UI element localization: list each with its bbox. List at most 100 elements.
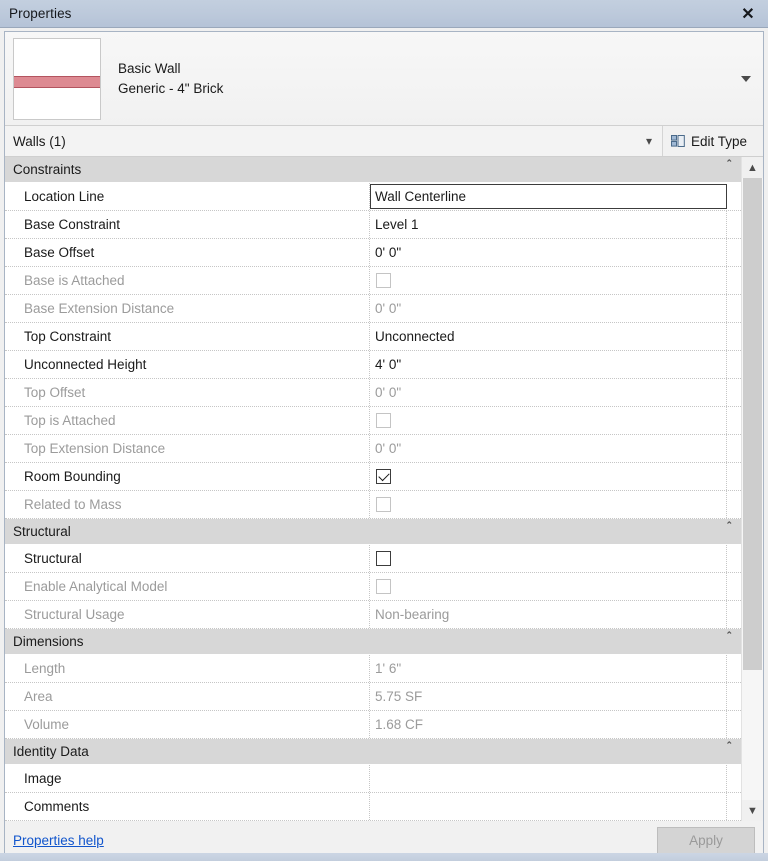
property-value bbox=[370, 573, 727, 600]
close-icon[interactable]: ✕ bbox=[728, 0, 768, 27]
property-row: Top Constraint Unconnected bbox=[5, 323, 741, 351]
property-row: Unconnected Height 4' 0" bbox=[5, 351, 741, 379]
property-row-pad bbox=[727, 601, 741, 628]
property-row: Area 5.75 SF bbox=[5, 683, 741, 711]
type-labels: Basic Wall Generic - 4" Brick bbox=[118, 61, 735, 96]
scroll-down-button[interactable]: ▼ bbox=[742, 800, 763, 821]
property-label: Top Offset bbox=[5, 379, 370, 406]
property-checkbox bbox=[376, 579, 391, 594]
property-label: Volume bbox=[5, 711, 370, 738]
family-name: Basic Wall bbox=[118, 61, 181, 76]
property-value: 0' 0" bbox=[370, 435, 727, 462]
property-row: Top Extension Distance 0' 0" bbox=[5, 435, 741, 463]
property-label: Top Extension Distance bbox=[5, 435, 370, 462]
property-row: Base Offset 0' 0" bbox=[5, 239, 741, 267]
property-row-pad bbox=[727, 463, 741, 490]
section-collapse-icon[interactable]: ⌃ bbox=[725, 741, 733, 750]
property-label: Related to Mass bbox=[5, 491, 370, 518]
property-label: Base Constraint bbox=[5, 211, 370, 238]
wall-section-band bbox=[14, 75, 100, 88]
property-row: Base Extension Distance 0' 0" bbox=[5, 295, 741, 323]
property-row: Structural bbox=[5, 545, 741, 573]
property-value: 0' 0" bbox=[370, 379, 727, 406]
property-label: Structural bbox=[5, 545, 370, 572]
property-value[interactable]: Unconnected bbox=[370, 323, 727, 350]
property-label: Enable Analytical Model bbox=[5, 573, 370, 600]
type-preview-pane: Basic Wall Generic - 4" Brick bbox=[5, 32, 763, 126]
property-checkbox bbox=[376, 273, 391, 288]
property-row: Volume 1.68 CF bbox=[5, 711, 741, 739]
scrollbar-track[interactable] bbox=[742, 178, 763, 800]
property-label: Image bbox=[5, 765, 370, 792]
property-row: Location Line Wall Centerline bbox=[5, 183, 741, 211]
triangle-down-icon bbox=[741, 75, 751, 82]
property-row-pad bbox=[727, 183, 741, 210]
property-checkbox[interactable] bbox=[376, 551, 391, 566]
chevron-down-icon: ▾ bbox=[645, 134, 653, 148]
property-row-pad bbox=[727, 267, 741, 294]
type-selector-dropdown-button[interactable] bbox=[735, 75, 757, 82]
property-row-pad bbox=[727, 573, 741, 600]
property-value[interactable]: Level 1 bbox=[370, 211, 727, 238]
property-row-pad bbox=[727, 239, 741, 266]
property-row-pad bbox=[727, 407, 741, 434]
section-collapse-icon[interactable]: ⌃ bbox=[725, 159, 733, 168]
properties-help-link[interactable]: Properties help bbox=[13, 833, 657, 848]
property-row: Comments bbox=[5, 793, 741, 821]
edit-type-label: Edit Type bbox=[691, 133, 748, 149]
property-row: Related to Mass bbox=[5, 491, 741, 519]
property-label: Base is Attached bbox=[5, 267, 370, 294]
property-value[interactable]: 4' 0" bbox=[370, 351, 727, 378]
property-value[interactable] bbox=[370, 793, 727, 820]
edit-type-button[interactable]: Edit Type bbox=[663, 126, 763, 156]
scrollbar-thumb[interactable] bbox=[743, 178, 762, 670]
property-row: Room Bounding bbox=[5, 463, 741, 491]
page-title: Properties bbox=[9, 6, 72, 21]
category-selector-row: Walls (1) ▾ Edit Type bbox=[5, 126, 763, 157]
property-label: Structural Usage bbox=[5, 601, 370, 628]
section-title: Dimensions bbox=[13, 634, 84, 649]
property-checkbox[interactable] bbox=[376, 469, 391, 484]
property-value[interactable]: 0' 0" bbox=[370, 239, 727, 266]
property-value bbox=[370, 407, 727, 434]
property-row: Base is Attached bbox=[5, 267, 741, 295]
section-header[interactable]: Dimensions ⌃ bbox=[5, 629, 741, 655]
property-value: Non-bearing bbox=[370, 601, 727, 628]
property-row: Top is Attached bbox=[5, 407, 741, 435]
section-title: Constraints bbox=[13, 162, 82, 177]
vertical-scrollbar[interactable]: ▲ ▼ bbox=[741, 157, 763, 821]
title-bar: Properties ✕ bbox=[0, 0, 768, 28]
property-row-pad bbox=[727, 655, 741, 682]
property-value: 1.68 CF bbox=[370, 711, 727, 738]
property-value[interactable] bbox=[370, 463, 727, 490]
section-header[interactable]: Identity Data ⌃ bbox=[5, 739, 741, 765]
property-row-pad bbox=[727, 765, 741, 792]
property-value: 5.75 SF bbox=[370, 683, 727, 710]
property-value[interactable] bbox=[370, 765, 727, 792]
properties-palette: Properties ✕ Basic Wall Generic - 4" Bri… bbox=[0, 0, 768, 861]
property-value: 1' 6" bbox=[370, 655, 727, 682]
property-label: Comments bbox=[5, 793, 370, 820]
property-value[interactable] bbox=[370, 545, 727, 572]
window-bottom-strip bbox=[0, 853, 768, 861]
apply-button[interactable]: Apply bbox=[657, 827, 755, 854]
property-checkbox bbox=[376, 497, 391, 512]
property-label: Base Offset bbox=[5, 239, 370, 266]
section-header[interactable]: Constraints ⌃ bbox=[5, 157, 741, 183]
property-row: Structural Usage Non-bearing bbox=[5, 601, 741, 629]
section-collapse-icon[interactable]: ⌃ bbox=[725, 521, 733, 530]
property-value[interactable]: Wall Centerline bbox=[370, 184, 727, 209]
scroll-up-button[interactable]: ▲ bbox=[742, 157, 763, 178]
category-select[interactable]: Walls (1) ▾ bbox=[5, 126, 663, 156]
section-collapse-icon[interactable]: ⌃ bbox=[725, 631, 733, 640]
property-label: Length bbox=[5, 655, 370, 682]
property-row-pad bbox=[727, 793, 741, 820]
section-title: Identity Data bbox=[13, 744, 89, 759]
property-row-pad bbox=[727, 545, 741, 572]
property-row-pad bbox=[727, 435, 741, 462]
property-value bbox=[370, 491, 727, 518]
section-header[interactable]: Structural ⌃ bbox=[5, 519, 741, 545]
property-row-pad bbox=[727, 323, 741, 350]
property-checkbox bbox=[376, 413, 391, 428]
property-label: Top is Attached bbox=[5, 407, 370, 434]
